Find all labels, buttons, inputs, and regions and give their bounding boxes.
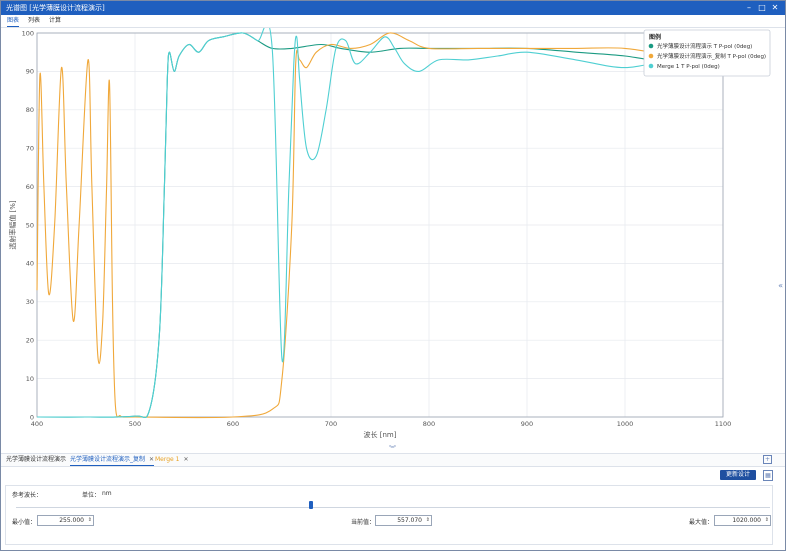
current-value-input[interactable]: 557.070 ⇕ bbox=[375, 515, 432, 526]
tab-calc[interactable]: 计算 bbox=[49, 16, 61, 26]
doc-tab-label: 光学薄膜设计流程演示_复制 bbox=[70, 456, 146, 463]
close-tab-icon[interactable]: ✕ bbox=[183, 456, 188, 463]
wavelength-panel: 参考波长： 单位： nm 最小值： 255.000 ⇕ 当前值： 557.070 ⇕… bbox=[5, 485, 773, 545]
x-tick-label: 1100 bbox=[715, 420, 732, 428]
x-tick-label: 700 bbox=[325, 420, 337, 428]
y-tick-label: 80 bbox=[26, 106, 34, 114]
doc-tab-label: Merge 1 bbox=[155, 456, 180, 463]
close-tab-icon[interactable]: ✕ bbox=[149, 456, 154, 463]
x-tick-label: 1000 bbox=[617, 420, 634, 428]
spinner-icon[interactable]: ⇕ bbox=[765, 516, 769, 525]
wavelength-slider-track[interactable] bbox=[16, 507, 770, 508]
legend-title: 图例 bbox=[649, 33, 661, 41]
unit-value: nm bbox=[102, 490, 112, 497]
spinner-icon[interactable]: ⇕ bbox=[426, 516, 430, 525]
current-label: 当前值： bbox=[351, 519, 376, 526]
y-tick-label: 40 bbox=[26, 260, 34, 268]
chart-series bbox=[36, 28, 724, 419]
x-tick-label: 900 bbox=[521, 420, 533, 428]
collapse-panel-icon[interactable]: « bbox=[778, 281, 783, 290]
tab-chart[interactable]: 图表 bbox=[7, 16, 20, 27]
maximize-icon[interactable]: □ bbox=[757, 3, 767, 13]
tab-list[interactable]: 列表 bbox=[28, 16, 40, 26]
x-tick-label: 800 bbox=[423, 420, 435, 428]
wavelength-slider-thumb[interactable] bbox=[309, 501, 313, 509]
y-tick-label: 10 bbox=[26, 375, 34, 383]
unit-label: 单位： bbox=[82, 492, 101, 499]
y-tick-label: 0 bbox=[30, 413, 34, 421]
y-tick-label: 20 bbox=[26, 337, 34, 345]
y-tick-label: 50 bbox=[26, 221, 34, 229]
spectrum-window: 光谱图 [光学薄膜设计流程演示] – □ ✕ 图表 列表 计算 40 0 500 60… bbox=[0, 0, 786, 551]
calculator-icon[interactable]: ▦ bbox=[763, 470, 773, 481]
y-tick-label: 100 bbox=[22, 29, 34, 37]
legend-entry[interactable]: 光学薄膜设计流程演示 T P-pol (0deg) bbox=[657, 42, 752, 50]
spectrum-chart: 400 500 600 700 800 900 1000 110001020304050607… bbox=[8, 28, 771, 439]
legend-entry[interactable]: Merge 1 T P-pol (0deg) bbox=[657, 64, 720, 70]
doc-tab-label: 光学薄膜设计流程演示 bbox=[6, 456, 67, 463]
doc-tab-design[interactable]: 光学薄膜设计流程演示 bbox=[6, 454, 66, 465]
doc-tab-design-copy[interactable]: 光学薄膜设计流程演示_复制 ✕ bbox=[70, 454, 155, 466]
max-value-input[interactable]: 1020.000 ⇕ bbox=[714, 515, 771, 526]
minimize-icon[interactable]: – bbox=[744, 3, 754, 13]
chart-grid bbox=[36, 32, 724, 418]
min-value-input[interactable]: 255.000 ⇕ bbox=[37, 515, 94, 526]
current-value: 557.070 bbox=[397, 517, 422, 524]
x-tick-label: 600 bbox=[227, 420, 239, 428]
expand-panel-icon[interactable]: + bbox=[763, 455, 772, 464]
spinner-icon[interactable]: ⇕ bbox=[88, 516, 92, 525]
window-title: 光谱图 [光学薄膜设计流程演示] bbox=[6, 4, 105, 12]
min-label: 最小值： bbox=[12, 519, 37, 526]
update-design-button[interactable]: 更新设计 bbox=[720, 470, 756, 480]
y-axis-label: 透射率幅值 [%] bbox=[8, 200, 17, 250]
document-tabs: 光学薄膜设计流程演示 光学薄膜设计流程演示_复制 ✕ Merge 1 ✕ bbox=[1, 453, 785, 467]
legend-marker bbox=[648, 43, 654, 49]
y-tick-label: 30 bbox=[26, 298, 34, 306]
doc-tab-merge[interactable]: Merge 1 ✕ bbox=[155, 454, 189, 465]
legend-marker bbox=[648, 63, 654, 69]
max-value: 1020.000 bbox=[732, 517, 761, 524]
legend-entry[interactable]: 光学薄膜设计流程演示_复制 T P-pol (0deg) bbox=[657, 52, 766, 60]
ref-wavelength-label: 参考波长： bbox=[12, 492, 43, 499]
close-icon[interactable]: ✕ bbox=[770, 3, 780, 13]
view-tabs: 图表 列表 计算 bbox=[1, 16, 785, 27]
title-bar: 光谱图 [光学薄膜设计流程演示] – □ ✕ bbox=[1, 1, 785, 15]
max-label: 最大值： bbox=[689, 519, 714, 526]
y-tick-label: 70 bbox=[26, 145, 34, 153]
x-axis-label: 波长 [nm] bbox=[364, 430, 397, 439]
y-tick-label: 90 bbox=[26, 68, 34, 76]
chart-legend: 图例 光学薄膜设计流程演示 T P-pol (0deg) 光学薄膜设计流程演示_复… bbox=[643, 29, 771, 77]
min-value: 255.000 bbox=[59, 517, 84, 524]
legend-marker bbox=[648, 53, 654, 59]
x-tick-label: 500 bbox=[129, 420, 141, 428]
y-tick-label: 60 bbox=[26, 183, 34, 191]
series-line-3 bbox=[36, 28, 724, 419]
